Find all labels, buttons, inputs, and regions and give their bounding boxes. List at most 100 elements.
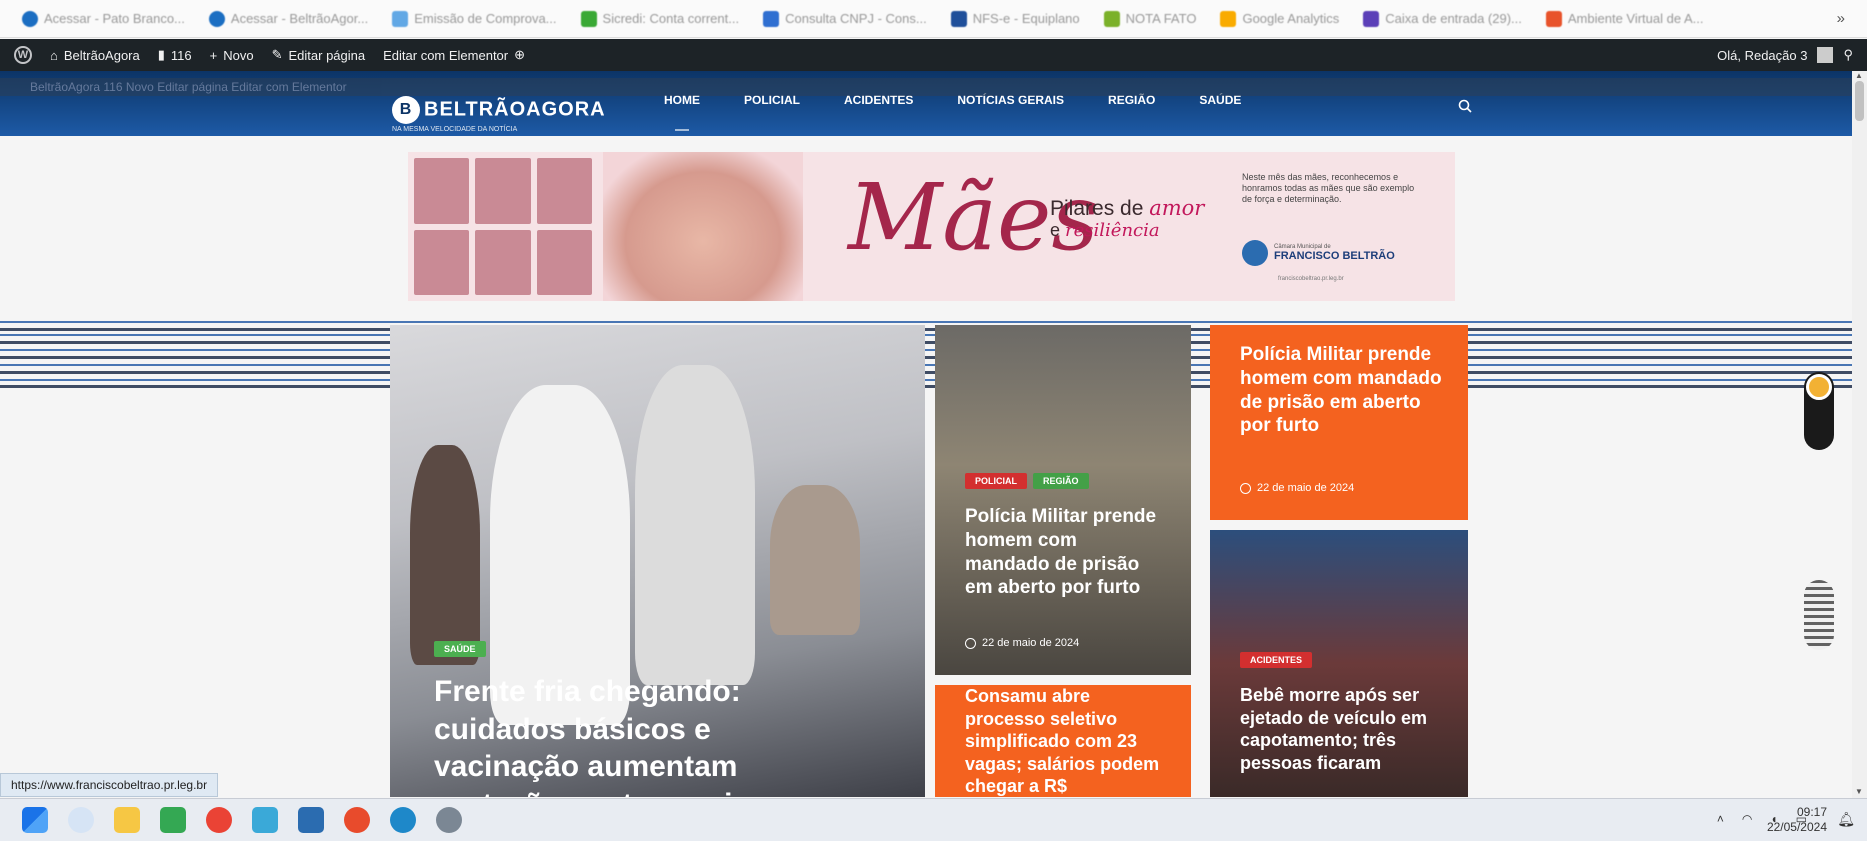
admin-site-label: BeltrãoAgora bbox=[63, 47, 140, 63]
admin-edit-label: Editar página bbox=[288, 47, 366, 63]
nav-policial[interactable]: POLICIAL bbox=[744, 93, 800, 131]
banner-pilares: Pilares de amor bbox=[1050, 196, 1205, 220]
wifi-icon[interactable]: ◠ bbox=[1742, 812, 1752, 826]
news-card[interactable]: Polícia Militar prende homem com mandado… bbox=[1210, 325, 1468, 520]
bookmark-label: NOTA FATO bbox=[1125, 11, 1197, 26]
bookmark-item[interactable]: Acessar - BeltrãoAgor... bbox=[208, 10, 369, 27]
plus-icon: + bbox=[209, 47, 218, 63]
app-icon[interactable] bbox=[252, 807, 278, 833]
category-tag[interactable]: POLICIAL bbox=[965, 473, 1027, 489]
featured-news-card[interactable]: SAÚDE Frente fria chegando: cuidados bás… bbox=[390, 325, 925, 797]
search-icon[interactable] bbox=[68, 807, 94, 833]
comment-icon: ▮ bbox=[157, 47, 165, 62]
news-date: 22 de maio de 2024 bbox=[1240, 482, 1354, 494]
scroll-down-icon[interactable]: ▼ bbox=[1855, 787, 1863, 796]
bookmark-icon bbox=[1103, 10, 1120, 27]
mother-child-photo bbox=[603, 152, 803, 301]
admin-new-link[interactable]: + Novo bbox=[210, 48, 254, 63]
bookmark-item[interactable]: NFS-e - Equiplano bbox=[950, 10, 1080, 27]
bookmark-item[interactable]: Ambiente Virtual de A... bbox=[1545, 10, 1704, 27]
news-card[interactable]: ACIDENTES Bebê morre após ser ejetado de… bbox=[1210, 530, 1468, 797]
theme-toggle[interactable] bbox=[1804, 372, 1834, 450]
clock-icon bbox=[965, 637, 976, 649]
avatar bbox=[1817, 47, 1834, 63]
file-explorer-icon[interactable] bbox=[114, 807, 140, 833]
mail-icon[interactable] bbox=[298, 807, 324, 833]
nav-noticias-gerais[interactable]: NOTÍCIAS GERAIS bbox=[957, 93, 1064, 131]
bookmark-item[interactable]: Caixa de entrada (29)... bbox=[1363, 10, 1522, 27]
nav-regiao[interactable]: REGIÃO bbox=[1108, 93, 1155, 131]
search-icon[interactable]: ⚲ bbox=[1843, 47, 1853, 63]
admin-comments-count: 116 bbox=[170, 47, 192, 63]
bookmark-label: Acessar - BeltrãoAgor... bbox=[230, 11, 369, 26]
banner-url: franciscobeltrao.pr.leg.br bbox=[1278, 276, 1344, 282]
banner-text: Neste mês das mães, reconhecemos e honra… bbox=[1242, 172, 1415, 204]
bookmark-label: Emissão de Comprova... bbox=[414, 11, 557, 26]
clock-date: 22/05/2024 bbox=[1766, 820, 1827, 834]
search-icon[interactable] bbox=[1458, 99, 1472, 113]
admin-greeting: Olá, Redação 3 bbox=[1717, 47, 1808, 63]
admin-site-link[interactable]: ⌂ BeltrãoAgora bbox=[50, 48, 140, 63]
site-logo[interactable]: B BELTRÃOAGORA NA MESMA VELOCIDADE DA NOT… bbox=[392, 96, 606, 133]
scroll-artifact-bar: BeltrãoAgora 116 Novo Editar página Edit… bbox=[0, 78, 1852, 96]
news-title[interactable]: Consamu abre processo seletivo simplific… bbox=[965, 685, 1175, 797]
taskbar: ˄ ◠ ◖ ▭ 09:17 22/05/2024 🔔︎ bbox=[0, 798, 1867, 841]
nav-acidentes[interactable]: ACIDENTES bbox=[844, 93, 913, 131]
chrome-icon[interactable] bbox=[206, 807, 232, 833]
city-seal-icon bbox=[1242, 240, 1268, 266]
logo-tagline: NA MESMA VELOCIDADE DA NOTÍCIA bbox=[392, 126, 518, 133]
admin-comments-link[interactable]: ▮ 116 bbox=[158, 47, 192, 63]
mothers-day-banner[interactable]: Mães Pilares de amor e resiliência Neste… bbox=[408, 152, 1455, 301]
settings-icon[interactable] bbox=[436, 807, 462, 833]
notification-icon[interactable]: 🔔︎ bbox=[1837, 811, 1855, 828]
bookmark-icon bbox=[208, 10, 225, 27]
bookmark-item[interactable]: Emissão de Comprova... bbox=[392, 10, 557, 27]
admin-account[interactable]: Olá, Redação 3 ⚲ bbox=[1717, 39, 1853, 71]
chevron-up-icon[interactable]: ˄ bbox=[1717, 812, 1724, 826]
start-icon[interactable] bbox=[22, 807, 48, 833]
news-title[interactable]: Bebê morre após ser ejetado de veículo e… bbox=[1240, 684, 1450, 774]
wordpress-icon[interactable]: W bbox=[14, 46, 32, 64]
category-tag[interactable]: SAÚDE bbox=[434, 641, 486, 657]
bookmark-icon bbox=[1545, 10, 1562, 27]
bookmark-item[interactable]: Acessar - Pato Branco... bbox=[22, 10, 185, 27]
clock-icon bbox=[1240, 482, 1251, 494]
banner-resiliencia: e resiliência bbox=[1050, 220, 1160, 241]
clock-time: 09:17 bbox=[1796, 805, 1827, 819]
bookmark-icon bbox=[1363, 10, 1380, 27]
bookmarks-more-icon[interactable]: » bbox=[1837, 10, 1845, 27]
category-tag[interactable]: ACIDENTES bbox=[1240, 652, 1313, 668]
edge-icon[interactable] bbox=[390, 807, 416, 833]
bookmark-label: Caixa de entrada (29)... bbox=[1385, 11, 1522, 26]
taskbar-clock[interactable]: 09:17 22/05/2024 bbox=[1767, 805, 1827, 835]
bookmark-label: NFS-e - Equiplano bbox=[972, 11, 1080, 26]
scroll-up-icon[interactable]: ▲ bbox=[1855, 71, 1863, 80]
bookmark-item[interactable]: Sicredi: Conta corrent... bbox=[580, 10, 739, 27]
news-date: 22 de maio de 2024 bbox=[965, 637, 1079, 649]
news-title[interactable]: Polícia Militar prende homem com mandado… bbox=[1240, 343, 1450, 438]
scroll-thumb[interactable] bbox=[1855, 81, 1864, 121]
news-title[interactable]: Polícia Militar prende homem com mandado… bbox=[965, 505, 1165, 600]
chrome-icon[interactable] bbox=[344, 807, 370, 833]
bookmark-item[interactable]: Consulta CNPJ - Cons... bbox=[763, 10, 927, 27]
wp-admin-bar: W ⌂ BeltrãoAgora ▮ 116 + Novo ✎ Editar págin… bbox=[0, 39, 1867, 71]
news-card[interactable]: POLICIAL REGIÃO Polícia Militar prende h… bbox=[935, 325, 1191, 675]
category-tag[interactable]: REGIÃO bbox=[1033, 473, 1089, 489]
news-card[interactable]: Consamu abre processo seletivo simplific… bbox=[935, 685, 1191, 797]
nav-saude[interactable]: SAÚDE bbox=[1199, 93, 1241, 131]
admin-new-label: Novo bbox=[223, 47, 254, 63]
admin-edit-link[interactable]: ✎ Editar página bbox=[272, 47, 366, 63]
bookmarks-bar: Acessar - Pato Branco... Acessar - Beltr… bbox=[0, 0, 1867, 38]
bookmark-icon bbox=[1220, 10, 1237, 27]
dashboard-icon: ⌂ bbox=[50, 47, 58, 63]
scroll-artifact-widget bbox=[1804, 580, 1834, 650]
nav-home[interactable]: HOME bbox=[664, 93, 700, 131]
admin-elementor-link[interactable]: Editar com Elementor ⊕ bbox=[383, 47, 525, 63]
drive-icon[interactable] bbox=[160, 807, 186, 833]
bookmark-label: Ambiente Virtual de A... bbox=[1567, 11, 1704, 26]
bookmark-icon bbox=[22, 10, 38, 27]
bookmark-item[interactable]: Google Analytics bbox=[1220, 10, 1339, 27]
news-title[interactable]: Frente fria chegando: cuidados básicos e… bbox=[434, 673, 864, 797]
page-scrollbar[interactable]: ▲ ▼ bbox=[1852, 71, 1867, 798]
bookmark-item[interactable]: NOTA FATO bbox=[1103, 10, 1197, 27]
